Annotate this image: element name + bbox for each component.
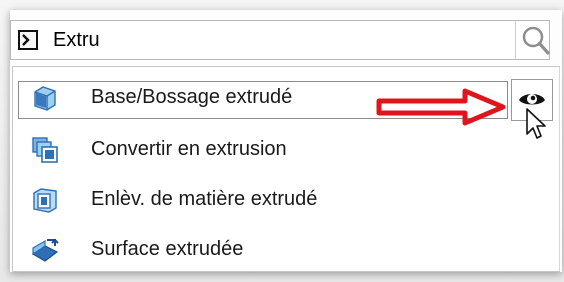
search-separator	[515, 21, 516, 59]
result-label: Enlèv. de matière extrudé	[91, 188, 318, 210]
result-label: Convertir en extrusion	[91, 138, 287, 160]
result-item-convert-to-extrusion[interactable]: Convertir en extrusion	[13, 127, 559, 173]
red-arrow-icon	[376, 88, 506, 126]
result-item-extruded-cut[interactable]: Enlèv. de matière extrudé	[13, 177, 559, 223]
convert-to-extrusion-icon	[32, 137, 58, 163]
result-item-extruded-boss[interactable]: Base/Bossage extrudé	[13, 75, 559, 139]
result-label: Surface extrudée	[91, 238, 244, 260]
search-results-list: Base/Bossage extrudé Convertir en extrus…	[12, 66, 560, 272]
magnifier-icon[interactable]	[519, 24, 551, 56]
result-item-extruded-surface[interactable]: Surface extrudée	[13, 227, 559, 273]
result-label: Base/Bossage extrudé	[91, 86, 293, 108]
command-prompt-icon	[18, 30, 38, 50]
command-search-bar[interactable]	[10, 20, 550, 60]
extruded-boss-icon	[34, 86, 56, 111]
extruded-surface-icon	[31, 238, 59, 262]
screenshot-frame: Base/Bossage extrudé	[0, 0, 564, 282]
extruded-cut-icon	[33, 188, 57, 213]
search-input[interactable]	[53, 28, 483, 52]
list-right-divider	[559, 67, 560, 271]
command-search-panel: Base/Bossage extrudé	[10, 10, 562, 272]
